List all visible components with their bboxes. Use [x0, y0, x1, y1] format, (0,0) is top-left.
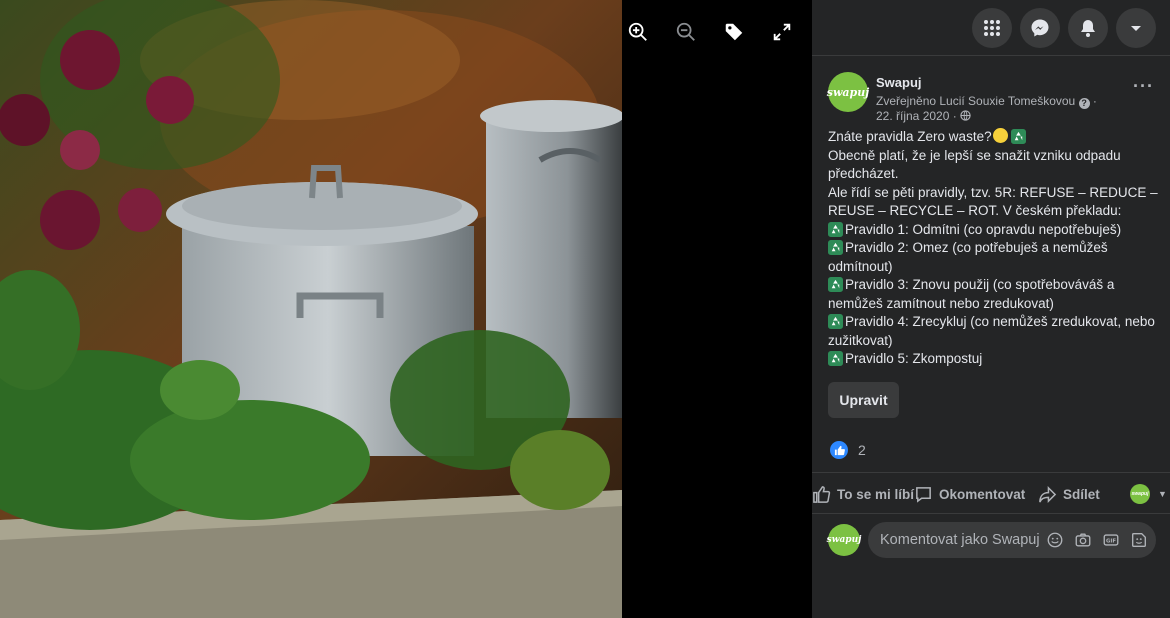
- sun-emoji-icon: [992, 128, 1008, 143]
- like-reaction-icon: [830, 441, 848, 459]
- more-options-icon[interactable]: ···: [1133, 76, 1154, 97]
- tag-icon[interactable]: [720, 18, 748, 46]
- like-button[interactable]: To se mi líbí: [812, 473, 914, 515]
- page-avatar[interactable]: swapuj: [827, 72, 869, 112]
- photo-viewer: [0, 0, 812, 618]
- post-side-panel: swapuj Swapuj Zveřejněno Lucií Souxie To…: [812, 0, 1170, 618]
- post-line: Znáte pravidla Zero waste?: [828, 129, 992, 144]
- fullscreen-icon[interactable]: [768, 18, 796, 46]
- rule-line: Pravidlo 2: Omez (co potřebuješ a nemůže…: [828, 240, 1108, 274]
- page-name[interactable]: Swapuj: [876, 75, 1154, 90]
- recycle-emoji-icon: [828, 277, 843, 292]
- gif-icon[interactable]: GIF: [1101, 531, 1120, 550]
- thumbs-up-icon: [813, 485, 831, 503]
- comment-label: Okomentovat: [939, 486, 1026, 502]
- viewer-toolbar: [624, 18, 796, 46]
- commenter-avatar[interactable]: swapuj: [827, 524, 861, 556]
- rule-line: Pravidlo 4: Zrecykluj (co nemůžeš zreduk…: [828, 314, 1155, 348]
- recycle-emoji-icon: [828, 221, 843, 237]
- share-arrow-icon: [1039, 485, 1057, 503]
- grid-menu-icon[interactable]: [972, 7, 1012, 48]
- rule-line: Pravidlo 1: Odmítni (co opravdu nepotřeb…: [845, 221, 1122, 237]
- post-line: Ale řídí se pěti pravidly, tzv. 5R: REFU…: [828, 184, 1158, 219]
- notifications-bell-icon[interactable]: [1068, 7, 1108, 48]
- emoji-icon[interactable]: [1045, 531, 1064, 550]
- post-date[interactable]: 22. října 2020: [876, 109, 949, 123]
- chevron-down-icon: ▼: [1158, 489, 1167, 499]
- post-text: Znáte pravidla Zero waste? Obecně platí,…: [828, 128, 1158, 369]
- recycle-emoji-icon: [828, 314, 843, 329]
- like-label: To se mi líbí: [837, 486, 915, 502]
- account-caret-icon[interactable]: [1116, 7, 1156, 48]
- post-line: Obecně platí, že je lepší se snažit vzni…: [828, 147, 1121, 182]
- sticker-icon[interactable]: [1129, 531, 1148, 550]
- recycle-emoji-icon: [1011, 129, 1027, 144]
- post-as-page-selector[interactable]: swapuj ▼: [1130, 473, 1167, 515]
- post-photo[interactable]: [0, 0, 622, 618]
- comment-input[interactable]: Komentovat jako Swapuj GIF: [868, 522, 1156, 558]
- reaction-summary[interactable]: 2: [830, 441, 866, 459]
- svg-text:GIF: GIF: [1105, 538, 1115, 544]
- info-icon[interactable]: ?: [1078, 98, 1090, 109]
- author-line[interactable]: Zveřejněno Lucií Souxie Tomeškovou: [876, 94, 1075, 108]
- recycle-emoji-icon: [828, 351, 843, 366]
- zoom-out-icon[interactable]: [672, 18, 700, 46]
- top-navigation: [812, 0, 1170, 56]
- rule-line: Pravidlo 3: Znovu použij (co spotřebováv…: [828, 277, 1115, 311]
- share-label: Sdílet: [1063, 486, 1100, 502]
- recycle-emoji-icon: [828, 240, 843, 255]
- rule-line: Pravidlo 5: Zkompostuj: [845, 351, 983, 366]
- comment-composer: swapuj Komentovat jako Swapuj GIF: [827, 522, 1156, 558]
- globe-icon: [960, 110, 971, 121]
- page-mini-avatar: swapuj: [1130, 484, 1150, 504]
- post-header: swapuj Swapuj Zveřejněno Lucií Souxie To…: [827, 72, 1154, 124]
- share-button[interactable]: Sdílet: [1038, 473, 1100, 515]
- comment-bubble-icon: [916, 486, 931, 503]
- post-meta: Zveřejněno Lucií Souxie Tomeškovou ? · 2…: [876, 94, 1097, 123]
- comment-button[interactable]: Okomentovat: [914, 473, 1025, 515]
- messenger-icon[interactable]: [1020, 7, 1060, 48]
- post-actions: To se mi líbí Okomentovat Sdílet swapuj …: [812, 472, 1170, 514]
- zoom-in-icon[interactable]: [624, 18, 652, 46]
- reaction-count: 2: [858, 442, 866, 458]
- camera-icon[interactable]: [1073, 531, 1092, 550]
- edit-button[interactable]: Upravit: [828, 382, 899, 418]
- comment-placeholder: Komentovat jako Swapuj: [880, 532, 1040, 548]
